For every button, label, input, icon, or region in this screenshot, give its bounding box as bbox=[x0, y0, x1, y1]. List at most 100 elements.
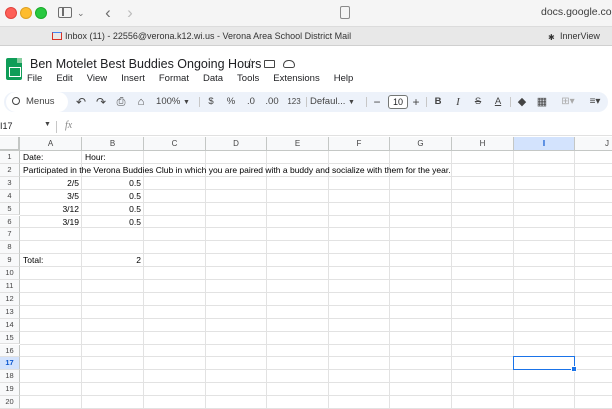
row-header-14[interactable]: 14 bbox=[0, 318, 20, 332]
tab-gmail[interactable]: Inbox (11) - 22556@verona.k12.wi.us - Ve… bbox=[0, 27, 540, 46]
row-header-7[interactable]: 7 bbox=[0, 228, 20, 242]
font-family-select[interactable]: Defaul... ▼ bbox=[310, 92, 362, 112]
row-header-17[interactable]: 17 bbox=[0, 357, 20, 371]
main-toolbar: Menus ↶ ↷ ⎙ ⌂ 100% ▼ $ % .0 .00 123 Defa… bbox=[4, 92, 608, 112]
undo-icon[interactable]: ↶ bbox=[74, 92, 88, 112]
text-color-button[interactable]: A bbox=[490, 92, 506, 112]
cell-b4[interactable]: 0.5 bbox=[85, 190, 141, 203]
column-header-e[interactable]: E bbox=[267, 137, 329, 151]
address-bar-url[interactable]: docs.google.com bbox=[541, 6, 612, 18]
caret-down-icon[interactable]: ▼ bbox=[44, 121, 51, 128]
row-header-9[interactable]: 9 bbox=[0, 254, 20, 268]
row-header-20[interactable]: 20 bbox=[0, 396, 20, 409]
grid-row-line bbox=[20, 279, 612, 280]
zoom-window-button[interactable] bbox=[35, 7, 47, 19]
cloud-saved-icon[interactable] bbox=[283, 60, 295, 68]
column-header-f[interactable]: F bbox=[329, 137, 390, 151]
row-header-6[interactable]: 6 bbox=[0, 215, 20, 229]
minimize-window-button[interactable] bbox=[20, 7, 32, 19]
search-menus-button[interactable]: Menus bbox=[6, 92, 68, 112]
row-header-10[interactable]: 10 bbox=[0, 267, 20, 280]
tab-innerview[interactable]: ✱ InnerView bbox=[540, 27, 612, 46]
column-header-c[interactable]: C bbox=[144, 137, 206, 151]
menu-insert[interactable]: Insert bbox=[118, 72, 148, 86]
grid-column-line bbox=[513, 151, 514, 409]
select-all-corner[interactable] bbox=[0, 137, 20, 151]
row-header-4[interactable]: 4 bbox=[0, 189, 20, 203]
star-icon[interactable]: ☆ bbox=[245, 56, 256, 70]
strikethrough-button[interactable]: S bbox=[470, 92, 486, 112]
menu-view[interactable]: View bbox=[84, 72, 110, 86]
menu-tools[interactable]: Tools bbox=[234, 72, 262, 86]
row-header-1[interactable]: 1 bbox=[0, 151, 20, 164]
percent-format-button[interactable]: % bbox=[224, 92, 238, 112]
active-cell-selection[interactable] bbox=[513, 356, 577, 372]
cell-a2[interactable]: Participated in the Verona Buddies Club … bbox=[23, 164, 451, 177]
forward-button[interactable]: › bbox=[120, 3, 140, 23]
cell-a5[interactable]: 3/12 bbox=[23, 203, 79, 216]
cell-b5[interactable]: 0.5 bbox=[85, 203, 141, 216]
cell-b9[interactable]: 2 bbox=[85, 254, 141, 267]
sidebar-toggle-button[interactable]: ⌄ bbox=[54, 3, 88, 23]
move-folder-icon[interactable] bbox=[264, 60, 275, 68]
zoom-select[interactable]: 100% ▼ bbox=[152, 92, 194, 112]
menu-edit[interactable]: Edit bbox=[53, 72, 75, 86]
cell-b3[interactable]: 0.5 bbox=[85, 177, 141, 190]
spreadsheet-grid[interactable]: A B C D E F G H I J 1 2 3 4 5 6 7 8 9 10 11 12 13 14 15 16 17 18 19 2… bbox=[0, 137, 612, 409]
borders-icon[interactable]: ▦ bbox=[534, 92, 550, 112]
row-header-19[interactable]: 19 bbox=[0, 383, 20, 397]
document-title[interactable]: Ben Motelet Best Buddies Ongoing Hours bbox=[30, 57, 261, 71]
cell-a6[interactable]: 3/19 bbox=[23, 216, 79, 229]
number-format-button[interactable]: 123 bbox=[284, 92, 304, 112]
menu-format[interactable]: Format bbox=[156, 72, 192, 86]
cell-b6[interactable]: 0.5 bbox=[85, 216, 141, 229]
row-header-3[interactable]: 3 bbox=[0, 176, 20, 190]
grid-row-line bbox=[20, 382, 612, 384]
row-header-5[interactable]: 5 bbox=[0, 202, 20, 216]
increase-font-size-button[interactable]: + bbox=[409, 92, 423, 112]
close-window-button[interactable] bbox=[5, 7, 17, 19]
menu-help[interactable]: Help bbox=[331, 72, 357, 86]
decrease-font-size-button[interactable]: − bbox=[370, 92, 384, 112]
font-size-input[interactable]: 10 bbox=[388, 95, 408, 109]
merge-cells-icon[interactable]: ⊞▾ bbox=[556, 92, 580, 112]
menu-file[interactable]: File bbox=[24, 72, 45, 86]
column-header-h[interactable]: H bbox=[452, 137, 514, 151]
row-header-11[interactable]: 11 bbox=[0, 280, 20, 293]
cell-a1[interactable]: Date: bbox=[23, 151, 79, 164]
column-header-b[interactable]: B bbox=[82, 137, 144, 151]
reader-icon[interactable] bbox=[340, 6, 350, 19]
print-icon[interactable]: ⎙ bbox=[114, 92, 128, 112]
column-header-i[interactable]: I bbox=[514, 137, 575, 151]
currency-format-button[interactable]: $ bbox=[204, 92, 218, 112]
row-header-15[interactable]: 15 bbox=[0, 331, 20, 345]
row-header-13[interactable]: 13 bbox=[0, 305, 20, 319]
row-header-16[interactable]: 16 bbox=[0, 344, 20, 358]
align-icon[interactable]: ≡▾ bbox=[584, 92, 606, 112]
cell-a4[interactable]: 3/5 bbox=[23, 190, 79, 203]
menu-data[interactable]: Data bbox=[200, 72, 226, 86]
column-header-d[interactable]: D bbox=[206, 137, 267, 151]
column-header-g[interactable]: G bbox=[390, 137, 452, 151]
cell-a3[interactable]: 2/5 bbox=[23, 177, 79, 190]
increase-decimal-button[interactable]: .00 bbox=[262, 92, 282, 112]
decrease-decimal-button[interactable]: .0 bbox=[242, 92, 260, 112]
italic-button[interactable]: I bbox=[450, 92, 466, 112]
menu-extensions[interactable]: Extensions bbox=[270, 72, 322, 86]
cell-b1[interactable]: Hour: bbox=[85, 151, 141, 164]
paint-format-icon[interactable]: ⌂ bbox=[134, 92, 148, 112]
fill-color-icon[interactable]: ◆ bbox=[514, 92, 530, 112]
innerview-icon: ✱ bbox=[548, 33, 555, 42]
column-header-j[interactable]: J bbox=[575, 137, 612, 151]
bold-button[interactable]: B bbox=[430, 92, 446, 112]
sheets-logo-icon[interactable] bbox=[6, 58, 22, 80]
cell-a9[interactable]: Total: bbox=[23, 254, 79, 267]
row-header-8[interactable]: 8 bbox=[0, 241, 20, 255]
back-button[interactable]: ‹ bbox=[98, 3, 118, 23]
row-header-2[interactable]: 2 bbox=[0, 163, 20, 177]
redo-icon[interactable]: ↷ bbox=[94, 92, 108, 112]
row-header-12[interactable]: 12 bbox=[0, 292, 20, 306]
row-header-18[interactable]: 18 bbox=[0, 370, 20, 384]
name-box[interactable]: I17 bbox=[0, 121, 13, 131]
column-header-a[interactable]: A bbox=[20, 137, 82, 151]
